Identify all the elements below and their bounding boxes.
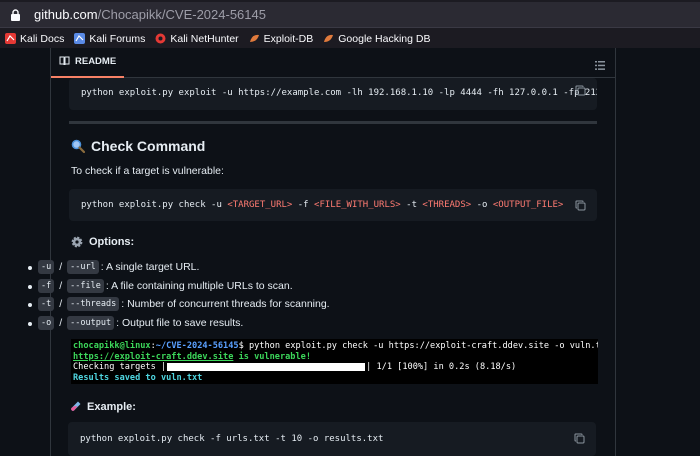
bookmark-kali-docs[interactable]: Kali Docs xyxy=(5,33,64,45)
terminal-saved-line: Results saved to vuln.txt xyxy=(73,372,203,383)
kali-red-icon xyxy=(5,33,16,44)
check-description: To check if a target is vulnerable: xyxy=(71,165,224,177)
list-item: -u / --url: A single target URL. xyxy=(28,258,330,277)
example-heading: Example: xyxy=(70,401,136,413)
url-bar[interactable]: github.com/Chocapikk/CVE-2024-56145 xyxy=(0,2,700,28)
example-code-block: python exploit.py check -f urls.txt -t 1… xyxy=(68,422,596,456)
bookmark-kali-forums[interactable]: Kali Forums xyxy=(74,33,145,45)
progress-bar xyxy=(167,362,366,371)
exploitdb-icon xyxy=(249,33,260,44)
check-command-heading: Check Command xyxy=(71,138,205,154)
options-heading: Options: xyxy=(71,236,134,248)
tab-readme[interactable]: README xyxy=(51,48,125,78)
nethunter-icon xyxy=(155,33,166,44)
copy-icon[interactable] xyxy=(574,431,586,444)
book-icon xyxy=(59,53,70,71)
ghdb-icon xyxy=(323,33,334,44)
bookmarks-bar: Kali Docs Kali Forums Kali NetHunter Exp… xyxy=(0,29,700,48)
test-tube-icon xyxy=(70,401,81,413)
terminal-vuln-line: https://exploit-craft.ddev.site is vulne… xyxy=(73,351,311,362)
bookmark-exploit-db[interactable]: Exploit-DB xyxy=(249,33,313,45)
list-item: -t / --threads: Number of concurrent threa… xyxy=(28,295,330,314)
terminal-screenshot: chocapikk@linux:~/CVE-2024-56145$ python… xyxy=(71,339,598,384)
bookmark-google-hacking-db[interactable]: Google Hacking DB xyxy=(323,33,430,45)
terminal-progress-line: Checking targets | | 1/1 [100%] in 0.2s (… xyxy=(73,362,517,372)
search-icon xyxy=(71,139,85,153)
check-code-block: python exploit.py check -u <TARGET_URL> … xyxy=(69,189,597,221)
section-divider xyxy=(69,121,597,124)
list-item: -o / --output: Output file to save results… xyxy=(28,314,330,333)
lock-icon[interactable] xyxy=(6,6,24,24)
kali-blue-icon xyxy=(74,33,86,44)
browser-toolbar: github.com/Chocapikk/CVE-2024-56145 xyxy=(0,0,700,29)
bookmark-kali-nethunter[interactable]: Kali NetHunter xyxy=(155,33,239,45)
copy-icon[interactable] xyxy=(575,83,587,96)
readme-tab-label: README xyxy=(75,56,117,67)
gear-icon xyxy=(71,236,83,248)
readme-header: README xyxy=(51,48,615,78)
toc-icon[interactable] xyxy=(595,57,605,75)
readme-panel: README python exploit.py exploit -u http… xyxy=(50,48,616,456)
list-item: -f / --file: A file containing multiple UR… xyxy=(28,277,330,296)
exploit-code-block: python exploit.py exploit -u https://exa… xyxy=(69,78,597,110)
url-text[interactable]: github.com/Chocapikk/CVE-2024-56145 xyxy=(34,7,266,22)
page-content: README python exploit.py exploit -u http… xyxy=(0,48,700,456)
terminal-command-line: chocapikk@linux:~/CVE-2024-56145$ python… xyxy=(73,341,598,351)
copy-icon[interactable] xyxy=(575,198,587,211)
options-list: -u / --url: A single target URL. -f / --file… xyxy=(28,258,330,332)
exploit-code-text: python exploit.py exploit -u https://exa… xyxy=(81,88,597,98)
